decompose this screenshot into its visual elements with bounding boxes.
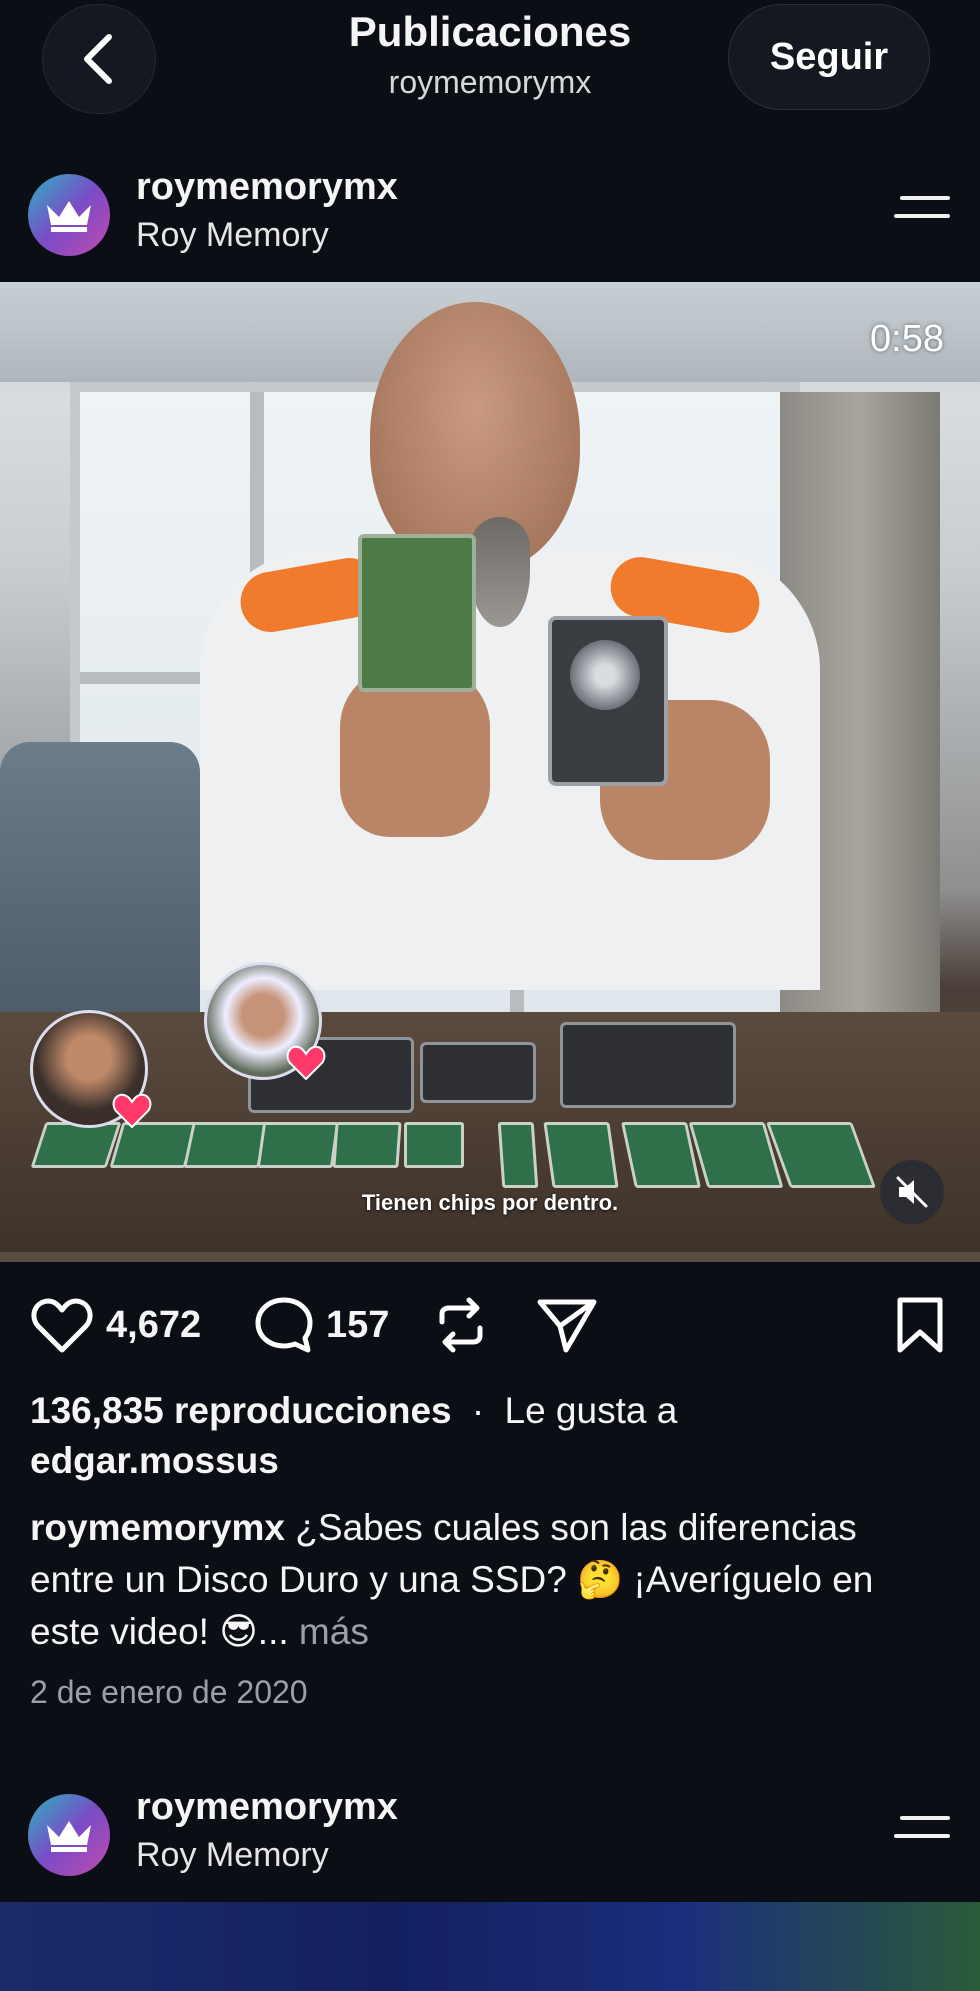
top-bar: Publicaciones roymemorymx Seguir	[0, 0, 980, 140]
post-username[interactable]: roymemorymx	[136, 166, 398, 209]
caption-username[interactable]: roymemorymx	[30, 1507, 285, 1548]
comment-icon	[255, 1297, 313, 1353]
follow-button[interactable]: Seguir	[728, 4, 930, 110]
liked-by-prefix: Le gusta a	[504, 1390, 678, 1431]
post-header: roymemorymx Roy Memory	[0, 160, 980, 270]
like-button[interactable]: 4,672	[30, 1296, 201, 1354]
bookmark-button[interactable]	[894, 1296, 946, 1354]
like-heart-icon	[31, 1298, 93, 1353]
action-bar: 4,672 157	[0, 1296, 980, 1356]
next-post-fullname: Roy Memory	[136, 1836, 329, 1874]
share-icon	[537, 1299, 597, 1353]
mute-icon	[896, 1176, 928, 1208]
video-sofa	[0, 742, 200, 1042]
menu-icon[interactable]	[894, 1816, 950, 1856]
video-caption-overlay: Tienen chips por dentro.	[361, 1190, 619, 1215]
ssd-board	[358, 534, 476, 692]
comment-count: 157	[326, 1303, 390, 1346]
liked-by-user[interactable]: edgar.mossus	[30, 1440, 279, 1482]
separator-dot: ·	[471, 1390, 485, 1431]
comment-button[interactable]: 157	[254, 1296, 389, 1354]
post-fullname: Roy Memory	[136, 216, 329, 254]
more-link[interactable]: más	[299, 1611, 369, 1652]
next-post-username[interactable]: roymemorymx	[136, 1786, 398, 1829]
post-caption: roymemorymx ¿Sabes cuales son las difere…	[30, 1502, 950, 1658]
share-button[interactable]	[536, 1296, 598, 1354]
next-post-media[interactable]	[0, 1902, 980, 1991]
ram-modules	[30, 1122, 878, 1192]
repost-button[interactable]	[432, 1296, 490, 1354]
views-line: 136,835 reproducciones · Le gusta a	[30, 1390, 677, 1432]
bookmark-icon	[897, 1297, 943, 1353]
views-count: 136,835 reproducciones	[30, 1390, 452, 1431]
next-post-header: roymemorymx Roy Memory	[0, 1780, 980, 1890]
hard-disk	[548, 616, 668, 786]
heart-badge-icon	[286, 1045, 326, 1081]
avatar[interactable]	[28, 1794, 110, 1876]
like-count: 4,672	[106, 1303, 202, 1346]
avatar[interactable]	[28, 174, 110, 256]
heart-badge-icon	[112, 1093, 152, 1129]
video-duration: 0:58	[870, 318, 944, 360]
menu-icon[interactable]	[894, 196, 950, 236]
post-video[interactable]: 0:58 Tienen chips por dentro.	[0, 282, 980, 1262]
crown-logo-icon	[47, 201, 91, 232]
post-date: 2 de enero de 2020	[30, 1674, 308, 1710]
repost-icon	[439, 1297, 483, 1353]
crown-logo-icon	[47, 1821, 91, 1852]
mute-button[interactable]	[880, 1160, 944, 1224]
